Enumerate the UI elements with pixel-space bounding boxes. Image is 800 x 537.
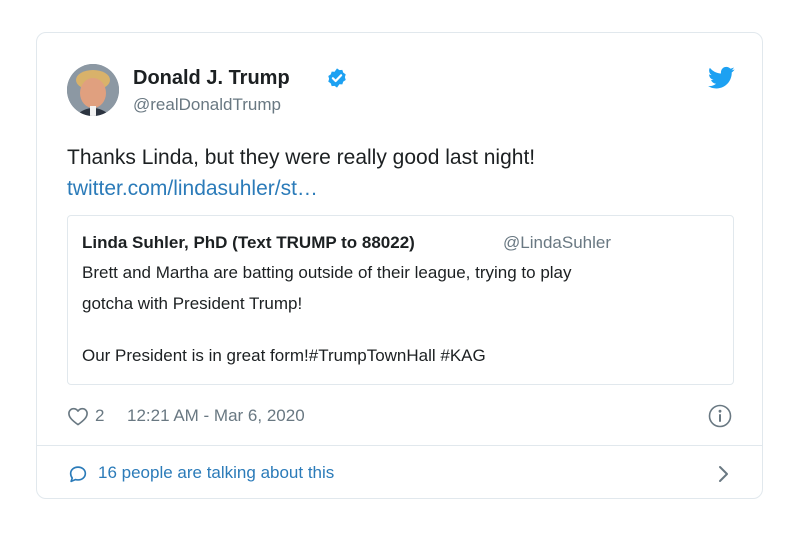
quoted-author-handle: @LindaSuhler — [503, 233, 611, 252]
talking-about-label: 16 people are talking about this — [98, 463, 335, 482]
talking-about-link[interactable]: 16 people are talking about this — [67, 461, 734, 489]
speech-bubble-icon — [69, 466, 87, 483]
divider — [37, 445, 762, 446]
quoted-text-line-1: Brett and Martha are batting outside of … — [82, 263, 572, 282]
quoted-tweet[interactable]: Linda Suhler, PhD (Text TRUMP to 88022) … — [67, 215, 734, 385]
quoted-author-name: Linda Suhler, PhD (Text TRUMP to 88022) — [82, 233, 415, 252]
avatar[interactable] — [67, 64, 119, 116]
like-count: 2 — [95, 406, 105, 425]
verified-badge-icon — [328, 68, 346, 88]
tweet-text: Thanks Linda, but they were really good … — [67, 146, 536, 169]
author-handle[interactable]: @realDonaldTrump — [133, 95, 281, 115]
heart-icon[interactable] — [67, 406, 89, 426]
chevron-right-icon — [719, 466, 728, 482]
timestamp[interactable]: 12:21 AM - Mar 6, 2020 — [127, 406, 305, 426]
info-icon[interactable] — [708, 404, 732, 428]
quoted-text-line-2: gotcha with President Trump! — [82, 294, 303, 313]
embedded-tweet-card: Donald J. Trump @realDonaldTrump Thanks … — [36, 32, 763, 499]
quoted-text-line-3: Our President is in great form!#TrumpTow… — [82, 346, 486, 365]
twitter-bird-icon[interactable] — [708, 66, 735, 90]
author-name[interactable]: Donald J. Trump — [133, 67, 290, 90]
tweet-link[interactable]: twitter.com/lindasuhler/st… — [67, 173, 318, 204]
